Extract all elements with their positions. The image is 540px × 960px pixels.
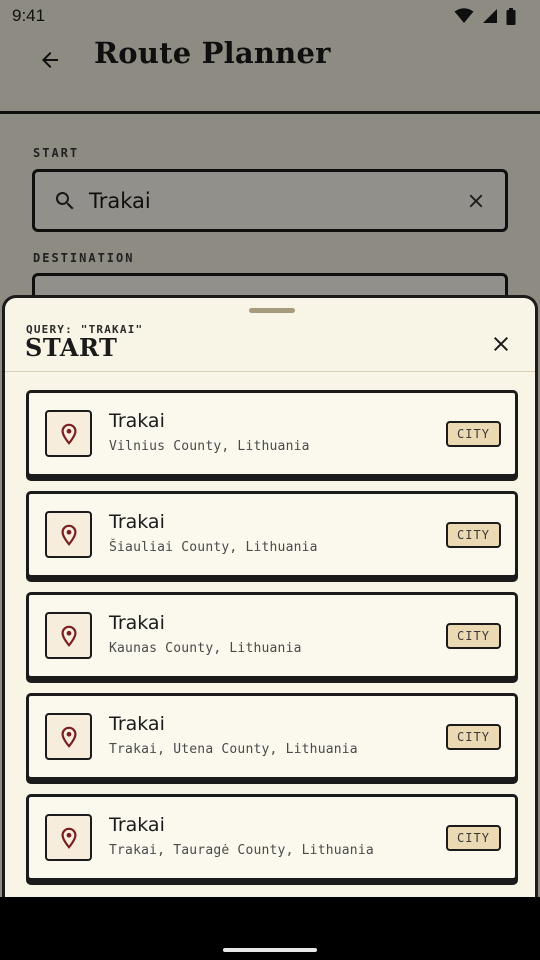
home-gesture-pill[interactable] (223, 948, 317, 952)
pin-box (45, 410, 92, 457)
result-type-badge: CITY (446, 825, 501, 851)
pin-box (45, 612, 92, 659)
location-pin-icon (60, 625, 77, 647)
pin-box (45, 713, 92, 760)
result-title: Trakai (109, 814, 165, 836)
sheet-title: START (25, 333, 118, 362)
result-card[interactable]: Trakai Vilnius County, Lithuania CITY (26, 390, 518, 477)
result-subtitle: Trakai, Utena County, Lithuania (109, 742, 358, 757)
result-type-badge: CITY (446, 522, 501, 548)
result-card[interactable]: Trakai Trakai, Tauragė County, Lithuania… (26, 794, 518, 881)
result-card[interactable]: Trakai Šiauliai County, Lithuania CITY (26, 491, 518, 578)
location-pin-icon (60, 423, 77, 445)
pin-box (45, 814, 92, 861)
result-subtitle: Trakai, Tauragė County, Lithuania (109, 843, 374, 858)
result-type-badge: CITY (446, 623, 501, 649)
result-card[interactable]: Trakai Trakai, Utena County, Lithuania C… (26, 693, 518, 780)
pin-box (45, 511, 92, 558)
close-icon (494, 337, 508, 351)
sheet-header: QUERY: "TRAKAI" START (5, 298, 535, 372)
result-subtitle: Vilnius County, Lithuania (109, 439, 310, 454)
location-pin-icon (60, 827, 77, 849)
result-card[interactable]: Trakai Kaunas County, Lithuania CITY (26, 592, 518, 679)
location-pin-icon (60, 726, 77, 748)
close-button[interactable] (485, 328, 517, 360)
location-pin-icon (60, 524, 77, 546)
result-title: Trakai (109, 410, 165, 432)
system-nav-bar (0, 897, 540, 960)
result-type-badge: CITY (446, 724, 501, 750)
result-subtitle: Šiauliai County, Lithuania (109, 540, 318, 555)
results-bottom-sheet: QUERY: "TRAKAI" START Trakai Vilnius Cou… (2, 295, 538, 897)
result-type-badge: CITY (446, 421, 501, 447)
result-title: Trakai (109, 713, 165, 735)
result-title: Trakai (109, 511, 165, 533)
result-title: Trakai (109, 612, 165, 634)
result-subtitle: Kaunas County, Lithuania (109, 641, 302, 656)
